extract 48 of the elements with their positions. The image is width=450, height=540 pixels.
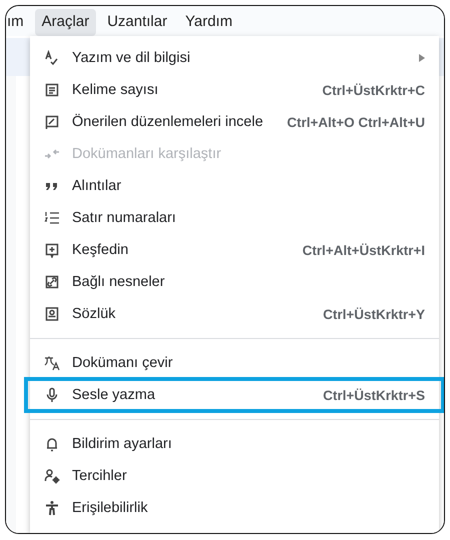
shortcut-text: Ctrl+ÜstKrktr+Y xyxy=(322,306,425,322)
explore-icon xyxy=(44,242,60,258)
menu-item-label: Önerilen düzenlemeleri incele xyxy=(72,114,264,130)
menu-item[interactable]: Kelime sayısı Ctrl+ÜstKrktr+C xyxy=(30,74,439,106)
menu-item-label: Sözlük xyxy=(72,306,116,322)
menu-item-label: Alıntılar xyxy=(72,178,122,194)
shortcut-text: Ctrl+ÜstKrktr+C xyxy=(322,82,425,98)
menu-item-label: Kelime sayısı xyxy=(72,82,158,98)
menu-item-label: Sesle yazma xyxy=(72,387,156,403)
shortcut-text: Ctrl+ÜstKrktr+S xyxy=(322,388,425,402)
menu-item[interactable]: Sesle yazma Ctrl+ÜstKrktr+S xyxy=(26,379,443,411)
numbered-list-icon xyxy=(44,210,60,226)
menu-item[interactable]: Yazım ve dil bilgisi xyxy=(30,42,439,74)
user-gear-icon xyxy=(44,468,60,484)
menu-item[interactable]: Satır numaraları xyxy=(30,202,439,234)
menu-item[interactable]: Bağlı nesneler xyxy=(30,266,439,298)
menu-item[interactable]: Sözlük Ctrl+ÜstKrktr+Y xyxy=(30,298,439,330)
menu-item-label: Bağlı nesneler xyxy=(72,274,165,290)
review-icon xyxy=(44,114,60,130)
menubar-item[interactable]: Yardım xyxy=(178,9,240,36)
menu-item-label: Satır numaraları xyxy=(72,210,176,226)
menu-item[interactable]: Keşfedin Ctrl+Alt+ÜstKrktr+I xyxy=(30,234,439,266)
menu-item[interactable]: Alıntılar xyxy=(30,170,439,202)
menu-item-label: Erişilebilirlik xyxy=(72,500,148,516)
document-icon xyxy=(44,82,60,98)
book-icon xyxy=(44,306,60,322)
menu-item[interactable]: Önerilen düzenlemeleri incele Ctrl+Alt+O Ctrl+Alt+U xyxy=(30,106,439,138)
menu-item[interactable]: Erişilebilirlik xyxy=(30,492,439,524)
menu-item-label: Keşfedin xyxy=(72,242,128,258)
menu-item[interactable]: Bildirim ayarları xyxy=(30,428,439,460)
accessibility-icon xyxy=(44,500,60,516)
microphone-icon xyxy=(44,387,60,403)
bell-icon xyxy=(44,436,60,452)
menu-item-label: Yazım ve dil bilgisi xyxy=(72,50,190,66)
link-icon xyxy=(44,274,60,290)
menubar-item[interactable]: ım xyxy=(6,9,31,36)
menu-item-label: Dokümanları karşılaştır xyxy=(72,146,222,162)
spellcheck-icon xyxy=(44,50,60,66)
menubar-item[interactable]: Araçlar xyxy=(34,9,96,36)
menubar-item[interactable]: Uzantılar xyxy=(100,9,174,36)
menu-item-label: Dokümanı çevir xyxy=(72,355,173,371)
menu-item-label: Bildirim ayarları xyxy=(72,436,172,452)
translate-icon xyxy=(44,355,60,371)
menu-item[interactable]: Tercihler xyxy=(30,460,439,492)
shortcut-text: Ctrl+Alt+O Ctrl+Alt+U xyxy=(286,114,425,130)
menu-item-label: Tercihler xyxy=(72,468,127,484)
shortcut-text: Ctrl+Alt+ÜstKrktr+I xyxy=(302,242,425,258)
menu-item[interactable]: Dokümanı çevir xyxy=(30,347,439,379)
